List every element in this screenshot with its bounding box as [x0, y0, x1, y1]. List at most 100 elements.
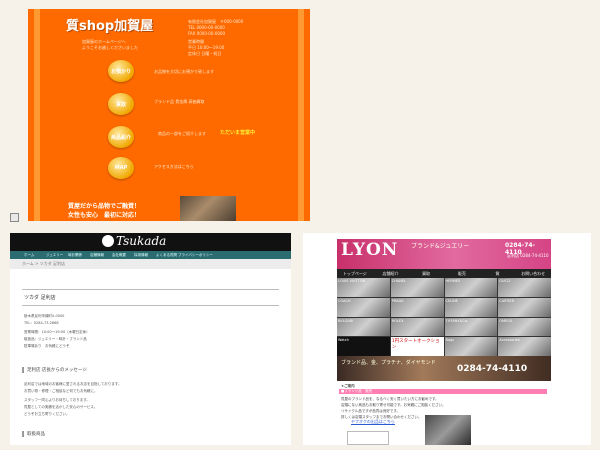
slogan-line-1: 質屋だから品物でご融資！: [68, 203, 141, 210]
lyon-nav-pawn[interactable]: 質: [480, 269, 516, 278]
brand-tile-label: GUCCI: [499, 279, 511, 283]
purchase-button[interactable]: 買取: [108, 93, 134, 115]
tsukada-logo-icon: [102, 235, 114, 247]
brand-tile-label: LOUIS VUITTON: [338, 279, 366, 283]
welcome-text-2: ようこそお越しくださいました: [82, 45, 138, 50]
shop-detail-items: 取扱品：ジュエリー・時計・ブランド品: [24, 337, 87, 341]
brand-tile[interactable]: OMEGA: [498, 317, 551, 337]
promo-strip[interactable]: ブランド品、金、プラチナ、ダイヤモンド 0284-74-4110: [337, 356, 551, 381]
lyon-nav-buy[interactable]: 買取: [408, 269, 444, 278]
slogan: 質屋だから品物でご融資！ 女性も安心 最初に対応！: [68, 202, 140, 220]
auction-link[interactable]: ヤフオクの出品はこちら: [351, 419, 395, 425]
broken-image-icon: [10, 213, 19, 222]
brand-tile-label: Bags: [445, 338, 455, 343]
message-line-5: どうぞお立ち寄りください。: [24, 412, 70, 416]
nav-item-home[interactable]: ホーム: [24, 251, 46, 259]
lyon-nav-top[interactable]: トップページ: [337, 269, 373, 278]
hours-info-1: 営業時間: [188, 39, 204, 44]
nav-item-company[interactable]: 会社概要: [112, 251, 134, 259]
message-heading: 足利店 店長からのメッセージ: [22, 367, 87, 373]
auction-label: 1円スタートオークション: [391, 339, 440, 351]
divider: [22, 289, 279, 290]
brand-tile-label: TIFFANY&Co.: [445, 318, 468, 323]
brand-tile[interactable]: TIFFANY&Co.: [444, 317, 498, 337]
message-line-2: お買い物・修理・ご相談など何でもお気軽に。: [24, 389, 98, 393]
message-line-1: 足利店では地域のお客様に愛されるお店を目指しております。: [24, 382, 122, 386]
brand-tile[interactable]: CARTIER: [498, 297, 551, 317]
brand-tile-label: CARTIER: [499, 298, 515, 303]
brand-tile[interactable]: Accessories: [498, 337, 551, 356]
lyon-logo[interactable]: LYON: [341, 240, 398, 260]
brand-tile[interactable]: Bags: [444, 337, 498, 356]
welcome-text-1: 加賀屋のホームページへ: [82, 39, 126, 44]
open-now-highlight: ただいま営業中: [220, 130, 256, 136]
hours-info-3: 定休日 日曜・祝日: [188, 51, 222, 56]
auction-tile[interactable]: 1円スタートオークション: [390, 337, 444, 356]
sales-bar: ■ブランド品 販売: [339, 389, 547, 394]
map-button[interactable]: MAP: [108, 157, 134, 179]
brand-tile[interactable]: LOUIS VUITTON: [337, 278, 390, 297]
brand-tile-label: HERMES: [445, 279, 461, 283]
nav-item-store[interactable]: 店舗情報: [90, 251, 112, 259]
lyon-nav-contact[interactable]: お問い合わせ: [515, 269, 551, 278]
purchase-description: ブランド品 貴金属 高価買取: [154, 99, 205, 104]
deposit-button[interactable]: お預かり: [108, 60, 134, 82]
message-line-3: スタッフ一同心よりお待ちしております。: [24, 398, 90, 402]
nav-item-recruit[interactable]: 採用情報: [134, 251, 156, 259]
brand-tile[interactable]: ROLEX: [390, 317, 444, 337]
brand-tile-label: PRADA: [391, 298, 404, 303]
header-info-1: 有限会社加賀屋 〒000-0000: [188, 19, 244, 24]
shop-detail-address: 栃木県足利市緑町0-0000: [24, 314, 65, 318]
message-line-4: 質屋としての実績を活かした安心のサービス。: [24, 405, 98, 409]
brand-tile[interactable]: GUCCI: [498, 278, 551, 297]
shop-title: ツカダ 足利店: [24, 295, 56, 301]
shop-detail-hours: 営業時間：10:00〜19:00（木曜日定休）: [24, 330, 90, 334]
brand-tile-label: CHANEL: [391, 279, 406, 283]
shop-photo: [425, 415, 471, 445]
brand-tile[interactable]: PRADA: [390, 297, 444, 317]
slogan-line-2: 女性も安心 最初に対応！: [68, 212, 141, 219]
brand-tile-label: OMEGA: [499, 318, 513, 323]
tsukada-nav: ホーム ジュエリー 時計関係 店舗情報 会社概要 採用情報 よくある質問 プライ…: [10, 251, 291, 259]
tsukada-logo[interactable]: Tsukada: [116, 234, 166, 248]
lyon-banner: LYON ブランド&ジュエリー 0284-74-4110 足利店 0284-74…: [337, 239, 551, 269]
store-photo: [180, 196, 236, 221]
tsukada-header: Tsukada: [10, 233, 291, 251]
products-heading: 取扱商品: [22, 431, 45, 437]
tsukada-website-screenshot[interactable]: Tsukada ホーム ジュエリー 時計関係 店舗情報 会社概要 採用情報 よく…: [10, 233, 291, 445]
breadcrumb[interactable]: ホーム > ツカダ 足利店: [10, 259, 291, 269]
site-title: 質shop加賀屋: [66, 19, 154, 34]
lyon-nav-store[interactable]: 店舗紹介: [373, 269, 409, 278]
shop-detail-phone: TEL：0284-73-2868: [24, 321, 59, 325]
promo-strip-number: 0284-74-4110: [457, 364, 528, 374]
thumbnail-image[interactable]: [347, 431, 389, 445]
brand-tile[interactable]: CELINE: [444, 297, 498, 317]
brand-tile[interactable]: BVLGARI: [337, 317, 390, 337]
nav-item-faq[interactable]: よくある質問: [156, 251, 178, 259]
lyon-website-screenshot[interactable]: LYON ブランド&ジュエリー 0284-74-4110 足利店 0284-74…: [303, 233, 591, 445]
brand-tile[interactable]: HERMES: [444, 278, 498, 297]
products-button[interactable]: 商品紹介: [108, 126, 134, 148]
brand-tile[interactable]: COACH: [337, 297, 390, 317]
right-stripe: [298, 9, 304, 221]
header-info-3: FAX 0000-00-0000: [188, 31, 226, 36]
nav-item-jewelry[interactable]: ジュエリー: [46, 251, 68, 259]
left-stripe: [34, 9, 40, 221]
deposit-description: お品物を大切にお預かり致します: [154, 69, 214, 74]
watch-tile[interactable]: Watch: [337, 337, 390, 356]
brand-tile-label: Accessories: [499, 338, 520, 343]
promo-strip-text: ブランド品、金、プラチナ、ダイヤモンド: [341, 360, 436, 366]
brand-tile-label: ROLEX: [391, 318, 404, 323]
divider: [22, 305, 279, 306]
map-description: アクセス方法はこちら: [154, 164, 194, 169]
kaga-website-screenshot[interactable]: 質shop加賀屋 有限会社加賀屋 〒000-0000 TEL 0000-00-0…: [28, 9, 310, 221]
lyon-phone-sub: 足利店 0284-74-4110: [507, 253, 549, 258]
lyon-nav-sell[interactable]: 販売: [444, 269, 480, 278]
brand-tile-label: COACH: [338, 298, 351, 303]
brand-tile[interactable]: CHANEL: [390, 278, 444, 297]
nav-item-privacy[interactable]: プライバシーポリシー: [178, 251, 218, 259]
products-description: 商品の一部をご紹介します: [158, 131, 206, 136]
hours-info-2: 平日 10:00〜19:00: [188, 45, 225, 50]
nav-item-watch[interactable]: 時計関係: [68, 251, 90, 259]
brand-tile-label: BVLGARI: [338, 318, 354, 323]
